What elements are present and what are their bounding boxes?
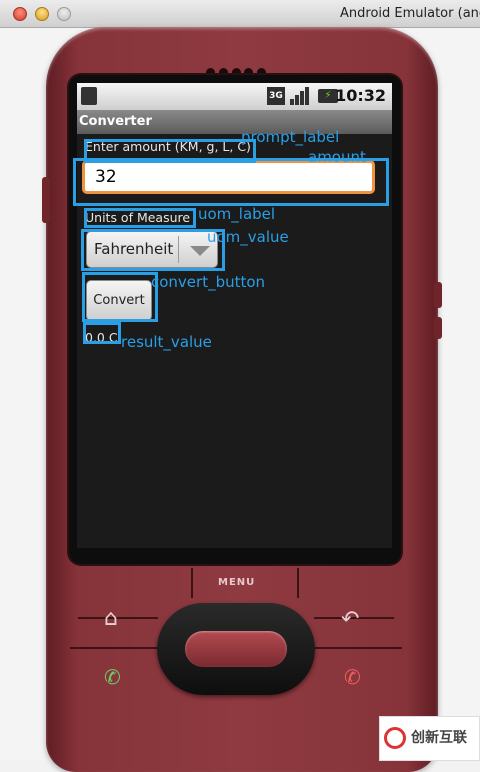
side-button[interactable] [434, 282, 442, 308]
call-icon[interactable]: ✆ [104, 665, 121, 689]
key-divider [78, 617, 158, 619]
annotation-label-amount: amount [308, 148, 366, 166]
watermark-logo-icon [384, 727, 406, 749]
annotation-label-uom-value: uom_value [207, 228, 289, 246]
key-divider [70, 647, 162, 649]
minimize-window-button[interactable] [35, 7, 49, 21]
annotation-box-uom-label [84, 208, 196, 228]
watermark: 创新互联 [379, 716, 480, 761]
annotation-label-prompt-label: prompt_label [241, 128, 340, 146]
network-3g-icon: 3G [267, 87, 285, 105]
signal-icon [290, 87, 312, 105]
annotation-label-convert-button: convert_button [151, 273, 266, 291]
annotation-label-uom-label: uom_label [198, 205, 276, 223]
app-title-bar: Converter [77, 110, 392, 134]
home-icon[interactable]: ⌂ [104, 606, 118, 631]
key-divider [310, 647, 402, 649]
menu-label: MENU [218, 577, 256, 588]
maximize-window-button[interactable] [57, 7, 71, 21]
end-call-icon[interactable]: ✆ [344, 665, 361, 689]
window-titlebar: Android Emulator (and [0, 0, 480, 28]
annotation-box-result-value [83, 322, 121, 344]
window-title: Android Emulator (and [340, 6, 480, 21]
annotation-box-uom-value [81, 229, 225, 271]
close-window-button[interactable] [13, 7, 27, 21]
status-time: 10:32 [335, 86, 386, 105]
annotation-box-convert-button [82, 272, 158, 322]
volume-button[interactable] [42, 177, 50, 223]
back-icon[interactable]: ↶ [341, 607, 359, 632]
annotation-label-result-value: result_value [121, 333, 212, 351]
camera-button[interactable] [434, 317, 442, 339]
watermark-text: 创新互联 [411, 730, 467, 746]
trackball-button[interactable] [185, 631, 287, 667]
status-bar: 3G ⚡ 10:32 [77, 83, 392, 110]
sd-card-icon [81, 87, 97, 105]
